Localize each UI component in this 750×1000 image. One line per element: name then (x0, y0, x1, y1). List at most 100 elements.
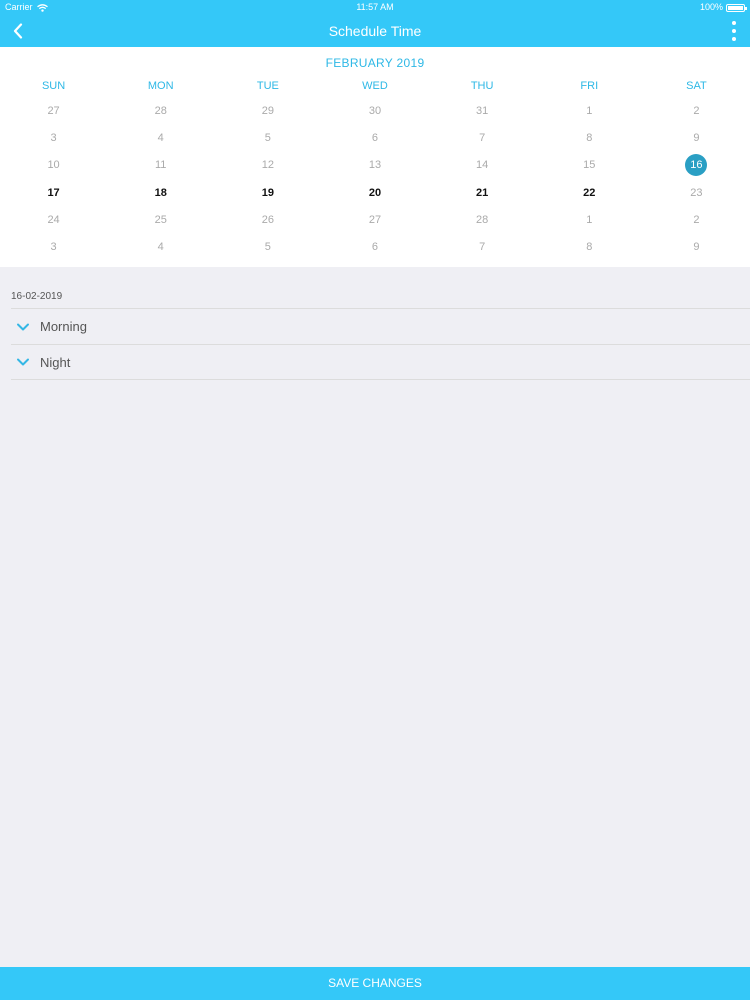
calendar-day[interactable]: 3 (0, 124, 107, 151)
calendar-day[interactable]: 28 (429, 206, 536, 233)
calendar-day[interactable]: 30 (321, 97, 428, 124)
calendar-day[interactable]: 1 (536, 97, 643, 124)
week-row: 27 28 29 30 31 1 2 (0, 97, 750, 124)
day-number: 20 (368, 186, 382, 199)
calendar-day[interactable]: 9 (643, 124, 750, 151)
week-row: 3 4 5 6 7 8 9 (0, 124, 750, 151)
day-number: 19 (261, 186, 274, 199)
day-number: 18 (154, 186, 167, 199)
day-number: 25 (154, 213, 167, 226)
section-label: Morning (40, 319, 87, 334)
calendar-day[interactable]: 22 (536, 179, 643, 206)
calendar-day[interactable]: 8 (536, 233, 643, 260)
day-number: 27 (47, 104, 60, 117)
day-number: 1 (586, 104, 593, 117)
day-number: 31 (476, 104, 489, 117)
week-row: 3 4 5 6 7 8 9 (0, 233, 750, 260)
section-label: Night (40, 354, 71, 370)
status-bar: Carrier 11:57 AM 100% (0, 0, 750, 15)
more-dot-icon (732, 37, 736, 41)
calendar-day[interactable]: 23 (643, 179, 750, 206)
day-number: 2 (693, 213, 700, 226)
calendar-day[interactable]: 7 (429, 124, 536, 151)
day-number: 14 (476, 159, 489, 172)
week-row: 17 18 19 20 21 22 23 (0, 179, 750, 206)
day-number: 11 (154, 159, 167, 172)
battery-info: 100% (699, 0, 747, 15)
battery-percent: 100% (699, 2, 723, 12)
day-number: 2 (693, 104, 700, 117)
calendar-day[interactable]: 3 (0, 233, 107, 260)
calendar-day[interactable]: 6 (321, 233, 428, 260)
day-number: 24 (47, 213, 60, 226)
calendar-day[interactable]: 18 (107, 179, 214, 206)
day-number: 15 (583, 159, 596, 172)
calendar-day[interactable]: 26 (214, 206, 321, 233)
calendar-day[interactable]: 14 (429, 152, 536, 179)
chevron-down-icon (17, 323, 29, 330)
calendar-day[interactable]: 25 (107, 206, 214, 233)
calendar-day[interactable]: 4 (107, 233, 214, 260)
calendar-day[interactable]: 20 (321, 179, 428, 206)
calendar-day[interactable]: 17 (0, 179, 107, 206)
calendar-day[interactable]: 5 (214, 233, 321, 260)
day-number: 29 (261, 104, 274, 117)
week-row: 10 11 12 13 14 15 16 (0, 152, 750, 179)
calendar-day[interactable]: 7 (429, 233, 536, 260)
calendar-day[interactable]: 2 (643, 97, 750, 124)
calendar-grid: SUN MON TUE WED THU FRI SAT 27 28 29 30 31 1 2 3 4 5 6 7 8… (0, 75, 750, 261)
calendar-day[interactable]: 12 (214, 152, 321, 179)
day-number: 28 (154, 104, 167, 117)
day-number: 9 (693, 131, 700, 144)
day-number: 13 (368, 159, 382, 172)
calendar-day[interactable]: 4 (107, 124, 214, 151)
weekday-label: WED (362, 80, 388, 92)
calendar-day[interactable]: 28 (107, 97, 214, 124)
day-number: 12 (261, 159, 274, 172)
section-morning[interactable]: Morning (11, 308, 750, 344)
day-number: 17 (47, 186, 60, 199)
calendar-day[interactable]: 31 (429, 97, 536, 124)
selected-date-label: 16-02-2019 (11, 291, 63, 302)
calendar-weeks: 27 28 29 30 31 1 2 3 4 5 6 7 8 9 10 11 12 13 14 15 16 17 18 19 2… (0, 97, 750, 261)
day-number: 8 (586, 131, 593, 144)
calendar-day[interactable]: 27 (0, 97, 107, 124)
section-night[interactable]: Night (11, 344, 750, 380)
day-number: 3 (50, 131, 57, 144)
calendar-day[interactable]: 10 (0, 152, 107, 179)
calendar-day[interactable]: 27 (321, 206, 428, 233)
chevron-down-icon (17, 358, 29, 366)
weekday-label: TUE (256, 80, 279, 92)
weekday-label: MON (147, 80, 174, 92)
calendar-day[interactable]: 5 (214, 124, 321, 151)
calendar-day[interactable]: 24 (0, 206, 107, 233)
weekday-label: FRI (580, 80, 599, 92)
calendar-day[interactable]: 29 (214, 97, 321, 124)
calendar-day[interactable]: 15 (536, 152, 643, 179)
calendar-day[interactable]: 11 (107, 152, 214, 179)
day-number: 22 (583, 186, 596, 199)
calendar-day[interactable]: 8 (536, 124, 643, 151)
weekday-label: THU (470, 80, 494, 92)
day-number: 27 (368, 213, 382, 226)
weekday-header: SUN MON TUE WED THU FRI SAT (0, 75, 750, 97)
calendar-month-title: FEBRUARY 2019 (325, 56, 425, 70)
calendar-day[interactable]: 6 (321, 124, 428, 151)
calendar-day-selected[interactable]: 16 (643, 152, 750, 179)
day-number: 6 (371, 241, 379, 254)
top-bar: Carrier 11:57 AM 100% Schedule Time (0, 0, 750, 47)
nav-bar: Schedule Time (0, 15, 750, 47)
calendar-day[interactable]: 2 (643, 206, 750, 233)
day-number: 26 (261, 213, 274, 226)
save-changes-button[interactable]: SAVE CHANGES (0, 967, 750, 1000)
calendar-day[interactable]: 9 (643, 233, 750, 260)
more-dot-icon (732, 29, 736, 33)
calendar-day[interactable]: 21 (429, 179, 536, 206)
status-time: 11:57 AM (356, 2, 394, 12)
more-options-button[interactable] (730, 21, 738, 41)
day-number: 3 (50, 241, 57, 254)
calendar-day[interactable]: 1 (536, 206, 643, 233)
calendar-day[interactable]: 13 (321, 152, 428, 179)
day-number: 4 (157, 131, 164, 144)
calendar-day[interactable]: 19 (214, 179, 321, 206)
